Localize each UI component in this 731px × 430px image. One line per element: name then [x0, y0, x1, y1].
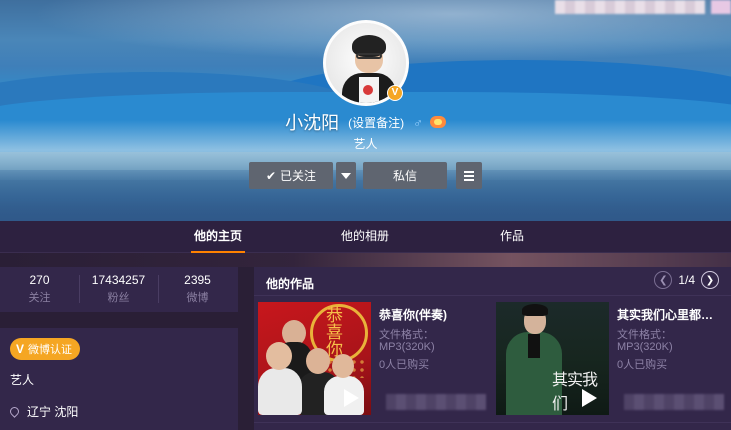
- profile-info-panel: V 微博认证 艺人 辽宁 沈阳: [0, 328, 238, 430]
- cover-art-text: 其实我们: [552, 370, 598, 413]
- works-panel: 他的作品 ❮ 1/4 ❯ 恭喜你 恭喜你(伴奏) 文件格式： MP3(320K)…: [254, 267, 731, 430]
- stats-panel: 270 关注 17434257 粉丝 2395 微博: [0, 267, 238, 312]
- work-buyers: 0人已购买: [617, 359, 668, 371]
- male-icon: ♂: [413, 114, 423, 130]
- more-menu-button[interactable]: [456, 162, 482, 189]
- next-page-button[interactable]: ❯: [701, 271, 719, 289]
- caret-down-icon: [341, 172, 351, 179]
- work-title[interactable]: 恭喜你(伴奏): [379, 306, 447, 323]
- stat-label: 微博: [186, 292, 209, 304]
- redacted-area: [711, 0, 731, 14]
- tab-home[interactable]: 他的主页: [190, 221, 246, 253]
- verified-badge-icon: V: [387, 85, 403, 101]
- set-remark-link[interactable]: (设置备注): [348, 114, 404, 131]
- works-pager: ❮ 1/4 ❯: [654, 271, 719, 289]
- work-format-label: 文件格式：: [617, 329, 672, 341]
- location-pin-icon: [8, 405, 21, 418]
- divider-glow: [0, 253, 731, 267]
- works-title: 他的作品: [266, 277, 315, 291]
- redacted-area: [624, 394, 724, 410]
- play-icon[interactable]: [344, 389, 359, 407]
- work-cover-image[interactable]: 其实我们: [496, 302, 609, 415]
- name-row: 小沈阳 (设置备注) ♂: [0, 110, 731, 134]
- divider: [254, 295, 731, 296]
- stat-value: 270: [29, 273, 50, 287]
- stat-label: 关注: [28, 292, 51, 304]
- verified-v-icon: V: [16, 342, 25, 356]
- next-panel-edge: [254, 422, 731, 430]
- page-indicator: 1/4: [678, 273, 695, 287]
- follow-dropdown-button[interactable]: [336, 162, 356, 189]
- verified-tag-label: 微博认证: [28, 344, 73, 356]
- chevron-left-icon: ❮: [659, 274, 668, 286]
- location-text: 辽宁 沈阳: [27, 405, 79, 419]
- prev-page-button[interactable]: ❮: [654, 271, 673, 289]
- work-card[interactable]: 恭喜你 恭喜你(伴奏) 文件格式： MP3(320K) 0人已购买: [258, 302, 488, 415]
- work-format-label: 文件格式：: [379, 329, 434, 341]
- stat-value: 17434257: [91, 273, 146, 287]
- work-cover-image[interactable]: 恭喜你: [258, 302, 371, 415]
- stat-followers[interactable]: 17434257 粉丝: [79, 273, 158, 305]
- work-buyers: 0人已购买: [379, 359, 430, 371]
- member-level-icon[interactable]: [429, 116, 446, 128]
- work-card[interactable]: 其实我们 其实我们心里都… 文件格式： MP3(320K) 0人已购买: [496, 302, 726, 415]
- menu-icon: [464, 170, 474, 181]
- message-label: 私信: [392, 169, 417, 183]
- stat-following[interactable]: 270 关注: [0, 273, 79, 305]
- stat-value: 2395: [184, 273, 211, 287]
- play-icon[interactable]: [582, 389, 597, 407]
- profile-tabs: 他的主页 他的相册 作品: [0, 221, 731, 253]
- following-label: 已关注: [280, 169, 317, 183]
- message-button[interactable]: 私信: [363, 162, 447, 189]
- chevron-right-icon: ❯: [705, 274, 715, 286]
- weibo-verified-tag[interactable]: V 微博认证: [10, 338, 81, 360]
- work-quality: MP3(320K): [379, 341, 435, 353]
- tab-album[interactable]: 他的相册: [341, 221, 389, 253]
- work-title[interactable]: 其实我们心里都…: [617, 306, 713, 323]
- profile-description: 艺人: [353, 137, 378, 151]
- cover-art-text: 恭喜你: [326, 306, 343, 360]
- stat-posts[interactable]: 2395 微博: [158, 273, 237, 305]
- profile-actions: ✔ 已关注 私信: [0, 162, 731, 190]
- work-quality: MP3(320K): [617, 341, 673, 353]
- stat-label: 粉丝: [107, 292, 130, 304]
- redacted-area: [555, 0, 705, 14]
- location-row: 辽宁 沈阳: [8, 403, 79, 420]
- redacted-area: [386, 394, 486, 410]
- following-button[interactable]: ✔ 已关注: [249, 162, 333, 189]
- profile-name: 小沈阳: [285, 113, 340, 133]
- verified-title: 艺人: [10, 373, 35, 387]
- check-icon: ✔: [265, 168, 277, 183]
- tab-works[interactable]: 作品: [500, 221, 524, 253]
